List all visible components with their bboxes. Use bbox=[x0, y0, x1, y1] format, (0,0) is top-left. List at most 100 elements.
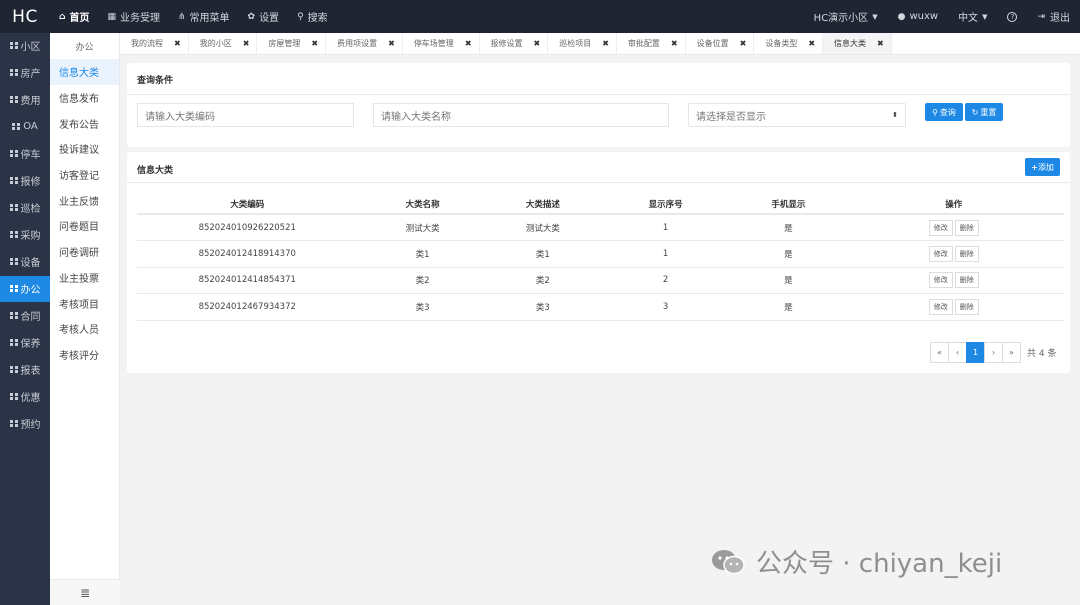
sidebar-item-11[interactable]: 保养 bbox=[0, 330, 50, 356]
submenu-item-6[interactable]: 问卷题目 bbox=[50, 213, 119, 239]
sidebar-item-6[interactable]: 巡检 bbox=[0, 195, 50, 221]
show-select[interactable]: 请选择是否显示 ⬍ bbox=[688, 103, 906, 127]
reset-button[interactable]: ↻ 重置 bbox=[965, 103, 1003, 121]
grid-icon bbox=[9, 420, 18, 428]
last-page-button[interactable]: » bbox=[1002, 342, 1021, 363]
submenu-item-0[interactable]: 信息大类 bbox=[50, 59, 119, 85]
table-header-row: 大类编码 大类名称 大类描述 显示序号 手机显示 操作 bbox=[137, 194, 1064, 215]
tab-3[interactable]: 费用项设置 ✖ bbox=[326, 33, 403, 54]
edit-button[interactable]: 修改 bbox=[928, 272, 953, 289]
delete-button[interactable]: 删除 bbox=[954, 219, 979, 236]
sidebar-item-2[interactable]: 费用 bbox=[0, 87, 50, 113]
close-icon[interactable]: ✖ bbox=[602, 39, 609, 48]
submenu-item-4[interactable]: 访客登记 bbox=[50, 162, 119, 188]
user-menu[interactable]: ● wuxw bbox=[888, 0, 948, 33]
delete-button[interactable]: 删除 bbox=[954, 245, 979, 262]
pagination: « ‹ 1 › » 共 4 条 bbox=[930, 342, 1056, 363]
search-button[interactable]: ⚲ 查询 bbox=[925, 103, 963, 121]
delete-button[interactable]: 删除 bbox=[954, 272, 979, 289]
prev-page-button[interactable]: ‹ bbox=[948, 342, 967, 363]
close-icon[interactable]: ✖ bbox=[243, 39, 250, 48]
wechat-icon bbox=[712, 549, 745, 574]
gear-icon: ✿ bbox=[247, 11, 256, 22]
submenu-item-5[interactable]: 业主反馈 bbox=[50, 187, 119, 213]
close-icon[interactable]: ✖ bbox=[671, 39, 678, 48]
calendar-icon: ▦ bbox=[107, 11, 116, 22]
grid-icon bbox=[9, 69, 18, 77]
community-dropdown[interactable]: HC演示小区 ▼ bbox=[804, 0, 888, 33]
topnav-item-0[interactable]: ⌂ 首页 bbox=[50, 0, 98, 33]
topnav-item-4[interactable]: ⚲ 搜索 bbox=[288, 0, 337, 33]
tab-2[interactable]: 房屋管理 ✖ bbox=[257, 33, 327, 54]
submenu-item-11[interactable]: 考核评分 bbox=[50, 342, 119, 368]
topnav-item-3[interactable]: ✿ 设置 bbox=[239, 0, 289, 33]
category-code-input[interactable]: 请输入大类编码 bbox=[137, 103, 354, 127]
topnav-label: 常用菜单 bbox=[189, 13, 230, 24]
grid-icon bbox=[9, 393, 18, 401]
sidebar-item-0[interactable]: 小区 bbox=[0, 33, 50, 59]
sidebar-item-13[interactable]: 优惠 bbox=[0, 384, 50, 410]
tab-1[interactable]: 我的小区 ✖ bbox=[189, 33, 258, 54]
topnav-item-1[interactable]: ▦ 业务受理 bbox=[98, 0, 169, 33]
sidebar-item-8[interactable]: 设备 bbox=[0, 249, 50, 275]
grid-icon bbox=[9, 231, 18, 239]
tab-8[interactable]: 设备位置 ✖ bbox=[686, 33, 755, 54]
sidebar-item-1[interactable]: 房产 bbox=[0, 60, 50, 86]
sidebar-item-7[interactable]: 采购 bbox=[0, 222, 50, 248]
topnav-item-2[interactable]: ⋔ 常用菜单 bbox=[169, 0, 239, 33]
close-icon[interactable]: ✖ bbox=[740, 39, 747, 48]
close-icon[interactable]: ✖ bbox=[877, 39, 884, 48]
close-icon[interactable]: ✖ bbox=[311, 39, 318, 48]
submenu-item-10[interactable]: 考核人员 bbox=[50, 316, 119, 342]
edit-button[interactable]: 修改 bbox=[928, 245, 953, 262]
sidebar-item-4[interactable]: 停车 bbox=[0, 141, 50, 167]
submenu-item-7[interactable]: 问卷调研 bbox=[50, 239, 119, 265]
sidebar-item-12[interactable]: 报表 bbox=[0, 357, 50, 383]
tab-9[interactable]: 设备类型 ✖ bbox=[754, 33, 824, 54]
next-page-button[interactable]: › bbox=[984, 342, 1003, 363]
caret-down-icon: ▼ bbox=[982, 12, 988, 21]
edit-button[interactable]: 修改 bbox=[928, 219, 953, 236]
table-cell: 测试大类 bbox=[357, 214, 488, 241]
submenu-item-3[interactable]: 投诉建议 bbox=[50, 136, 119, 162]
language-dropdown[interactable]: 中文 ▼ bbox=[948, 0, 997, 33]
page-1-button[interactable]: 1 bbox=[966, 342, 985, 363]
table-cell: 是 bbox=[733, 214, 844, 241]
tab-7[interactable]: 审批配置 ✖ bbox=[617, 33, 686, 54]
first-page-button[interactable]: « bbox=[930, 342, 949, 363]
submenu-item-9[interactable]: 考核项目 bbox=[50, 290, 119, 316]
column-header: 手机显示 bbox=[733, 194, 844, 215]
tab-4[interactable]: 停车场管理 ✖ bbox=[403, 33, 480, 54]
delete-button[interactable]: 删除 bbox=[954, 298, 979, 315]
close-icon[interactable]: ✖ bbox=[534, 39, 541, 48]
sidebar-item-14[interactable]: 预约 bbox=[0, 411, 50, 437]
submenu-item-1[interactable]: 信息发布 bbox=[50, 85, 119, 111]
tab-label: 设备类型 bbox=[765, 39, 798, 48]
sidebar-item-label: 优惠 bbox=[20, 393, 41, 405]
sidebar-item-5[interactable]: 报修 bbox=[0, 168, 50, 194]
sidebar-item-9[interactable]: 办公 bbox=[0, 275, 50, 302]
tab-label: 我的流程 bbox=[131, 39, 163, 48]
help-button[interactable]: ? bbox=[997, 0, 1027, 33]
sidebar-item-10[interactable]: 合同 bbox=[0, 303, 50, 329]
category-name-input[interactable]: 请输入大类名称 bbox=[373, 103, 669, 127]
edit-button[interactable]: 修改 bbox=[928, 298, 953, 315]
add-button[interactable]: + 添加 bbox=[1025, 158, 1060, 176]
table-body: 852024010926220521 测试大类 测试大类 1 是修改 删除 85202401… bbox=[137, 214, 1064, 321]
submenu-item-8[interactable]: 业主投票 bbox=[50, 265, 119, 291]
submenu-item-2[interactable]: 发布公告 bbox=[50, 110, 119, 136]
tab-5[interactable]: 报修设置 ✖ bbox=[480, 33, 549, 54]
tab-0[interactable]: 我的流程 ✖ bbox=[120, 33, 189, 54]
logout-button[interactable]: ⇥ 退出 bbox=[1027, 0, 1080, 33]
topnav-label: 搜索 bbox=[307, 13, 328, 24]
tab-6[interactable]: 巡检项目 ✖ bbox=[548, 33, 617, 54]
close-icon[interactable]: ✖ bbox=[388, 39, 395, 48]
close-icon[interactable]: ✖ bbox=[174, 39, 181, 48]
table-cell: 类2 bbox=[487, 267, 598, 294]
collapse-menu-icon[interactable]: ≣ bbox=[50, 579, 120, 605]
grid-icon bbox=[9, 150, 18, 158]
tab-10[interactable]: 信息大类 ✖ bbox=[823, 33, 892, 54]
close-icon[interactable]: ✖ bbox=[465, 39, 472, 48]
close-icon[interactable]: ✖ bbox=[808, 39, 815, 48]
sidebar-item-3[interactable]: OA bbox=[0, 114, 50, 140]
